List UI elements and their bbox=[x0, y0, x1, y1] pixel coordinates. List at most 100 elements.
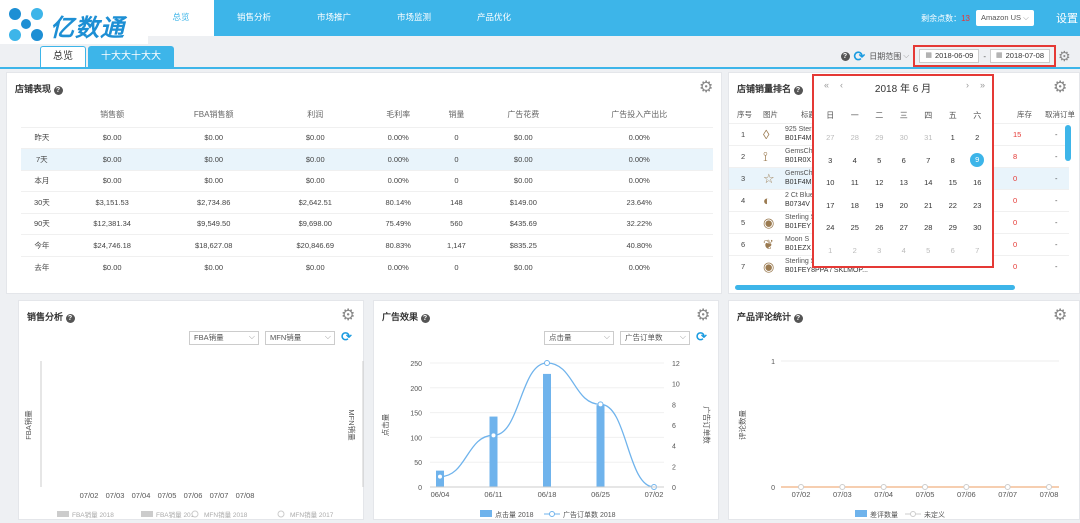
marketplace-select[interactable]: Amazon US ⌵ bbox=[976, 10, 1034, 26]
end-date-value: 2018-07-08 bbox=[1005, 51, 1044, 60]
calendar-day[interactable]: 20 bbox=[892, 201, 917, 210]
product-title[interactable]: Sterling S bbox=[785, 258, 815, 265]
scrollbar[interactable] bbox=[1065, 125, 1071, 161]
calendar-day[interactable]: 9 bbox=[965, 153, 990, 168]
stock-value: 0 bbox=[1013, 262, 1018, 271]
calendar-day[interactable]: 30 bbox=[965, 223, 990, 232]
end-date-input[interactable]: ▦ 2018-07-08 bbox=[990, 49, 1050, 63]
calendar-day[interactable]: 8 bbox=[941, 156, 966, 165]
data-point[interactable] bbox=[437, 473, 443, 480]
calendar-day[interactable]: 4 bbox=[843, 156, 868, 165]
calendar-day[interactable]: 24 bbox=[818, 223, 843, 232]
calendar-day[interactable]: 29 bbox=[941, 223, 966, 232]
date-range-label[interactable]: 日期范围 bbox=[869, 51, 901, 62]
calendar-day[interactable]: 7 bbox=[965, 246, 990, 255]
data-point[interactable] bbox=[1046, 484, 1052, 490]
calendar-day[interactable]: 15 bbox=[941, 178, 966, 187]
legend-item[interactable]: 点击量 2018 bbox=[480, 510, 534, 519]
bar[interactable] bbox=[489, 416, 498, 487]
calendar-day[interactable]: 28 bbox=[843, 133, 868, 142]
calendar-day[interactable]: 21 bbox=[916, 201, 941, 210]
calendar-day[interactable]: 22 bbox=[941, 201, 966, 210]
bar[interactable] bbox=[596, 405, 605, 487]
next-year-icon[interactable]: » bbox=[980, 80, 985, 90]
data-point[interactable] bbox=[839, 484, 846, 490]
x-tick-label: 07/02 bbox=[792, 490, 811, 499]
legend-item[interactable]: 广告订单数 2018 bbox=[544, 510, 616, 519]
nav-monitoring[interactable]: 市场监测 bbox=[374, 0, 454, 36]
calendar-day[interactable]: 6 bbox=[941, 246, 966, 255]
calendar-day[interactable]: 17 bbox=[818, 201, 843, 210]
product-title[interactable]: Moon S bbox=[785, 236, 809, 243]
calendar-day[interactable]: 19 bbox=[867, 201, 892, 210]
calendar-day[interactable]: 12 bbox=[867, 178, 892, 187]
start-date-input[interactable]: ▦ 2018-06-09 bbox=[919, 49, 980, 63]
calendar-day[interactable]: 3 bbox=[867, 246, 892, 255]
calendar-day[interactable]: 2 bbox=[843, 246, 868, 255]
subtab-overview[interactable]: 总览 bbox=[40, 46, 86, 68]
calendar-day[interactable]: 10 bbox=[818, 178, 843, 187]
calendar-day[interactable]: 2 bbox=[965, 133, 990, 142]
calendar-day[interactable]: 25 bbox=[843, 223, 868, 232]
data-point[interactable] bbox=[1004, 484, 1011, 490]
legend-item[interactable]: FBA销量 2018 bbox=[57, 510, 114, 519]
nav-sales-analysis[interactable]: 销售分析 bbox=[214, 0, 294, 36]
calendar-day[interactable]: 13 bbox=[892, 178, 917, 187]
legend-item[interactable]: 未定义 bbox=[905, 510, 945, 519]
calendar-day[interactable]: 27 bbox=[892, 223, 917, 232]
gear-icon[interactable]: ⚙ bbox=[699, 80, 715, 96]
bar[interactable] bbox=[543, 373, 551, 487]
calendar-day[interactable]: 11 bbox=[843, 178, 868, 187]
legend-item[interactable]: 差评数量 bbox=[855, 510, 898, 519]
product-title[interactable]: GemsCh bbox=[785, 170, 813, 177]
data-point[interactable] bbox=[963, 484, 970, 490]
calendar-day[interactable]: 28 bbox=[916, 223, 941, 232]
nav-marketing[interactable]: 市场推广 bbox=[294, 0, 374, 36]
table-cell: $0.00 bbox=[265, 126, 365, 149]
calendar-day[interactable]: 29 bbox=[867, 133, 892, 142]
gear-icon[interactable]: ⚙ bbox=[1058, 48, 1074, 64]
calendar-day[interactable]: 23 bbox=[965, 201, 990, 210]
calendar-day[interactable]: 14 bbox=[916, 178, 941, 187]
gear-icon[interactable]: ⚙ bbox=[1053, 80, 1069, 96]
nav-overview[interactable]: 总览 bbox=[148, 0, 214, 36]
calendar-day[interactable]: 1 bbox=[818, 246, 843, 255]
product-image-icon: ☆ bbox=[763, 171, 775, 186]
product-title[interactable]: 2 Ct Blue bbox=[785, 192, 814, 199]
calendar-day[interactable]: 7 bbox=[916, 156, 941, 165]
product-title[interactable]: GemsCh bbox=[785, 148, 813, 155]
help-icon[interactable]: ? bbox=[793, 86, 803, 95]
calendar-day[interactable]: 5 bbox=[867, 156, 892, 165]
logo-area[interactable]: 亿数通 bbox=[0, 0, 148, 44]
calendar-day[interactable]: 30 bbox=[892, 133, 917, 142]
calendar-day[interactable]: 6 bbox=[892, 156, 917, 165]
calendar-day[interactable]: 27 bbox=[818, 133, 843, 142]
calendar-day[interactable]: 5 bbox=[916, 246, 941, 255]
calendar-day[interactable]: 1 bbox=[941, 133, 966, 142]
product-title[interactable]: Sterling S bbox=[785, 214, 815, 221]
product-title[interactable]: 925 Sterl bbox=[785, 126, 813, 133]
calendar-day[interactable]: 26 bbox=[867, 223, 892, 232]
next-month-icon[interactable]: › bbox=[966, 80, 969, 90]
calendar-day[interactable]: 3 bbox=[818, 156, 843, 165]
legend-item[interactable]: MFN销量 2017 bbox=[277, 510, 334, 519]
nav-product-optimize[interactable]: 产品优化 bbox=[454, 0, 534, 36]
data-point[interactable] bbox=[597, 401, 604, 408]
refresh-icon[interactable]: ⟳ bbox=[854, 48, 866, 65]
legend-item[interactable]: MFN销量 2018 bbox=[191, 510, 248, 519]
data-point[interactable] bbox=[922, 484, 928, 490]
calendar-day[interactable]: 4 bbox=[892, 246, 917, 255]
data-point[interactable] bbox=[490, 432, 497, 439]
calendar-day[interactable]: 16 bbox=[965, 178, 990, 187]
calendar-day[interactable]: 18 bbox=[843, 201, 868, 210]
help-icon[interactable]: ? bbox=[840, 51, 850, 61]
data-point[interactable] bbox=[880, 484, 887, 490]
legend-item[interactable]: FBA销量 2017 bbox=[141, 510, 198, 519]
subtab-custom[interactable]: 十大大十大大 bbox=[88, 46, 174, 68]
horizontal-scrollbar[interactable] bbox=[735, 285, 1015, 290]
data-point[interactable] bbox=[544, 360, 550, 366]
settings-link[interactable]: 设置 bbox=[1056, 10, 1078, 26]
calendar-day[interactable]: 31 bbox=[916, 133, 941, 142]
data-point[interactable] bbox=[798, 484, 804, 490]
help-icon[interactable]: ? bbox=[53, 86, 63, 95]
